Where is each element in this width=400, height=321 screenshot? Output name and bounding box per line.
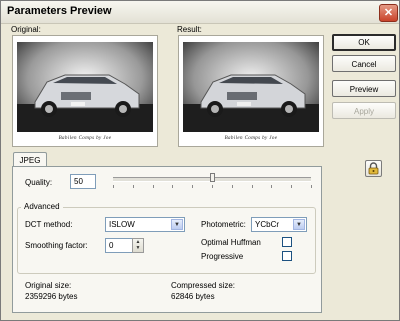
slider-tick <box>311 185 312 188</box>
photometric-select[interactable]: YCbCr ▼ <box>251 217 307 232</box>
slider-tick <box>231 185 233 188</box>
original-size-label: Original size: <box>25 281 72 290</box>
slider-tick <box>192 185 194 188</box>
quality-input[interactable]: 50 <box>70 174 96 189</box>
window-title: Parameters Preview <box>7 5 112 17</box>
apply-button[interactable]: Apply <box>332 102 396 119</box>
slider-tick <box>291 185 293 188</box>
spin-down-icon[interactable]: ▼ <box>133 245 143 251</box>
slider-tick <box>172 185 174 188</box>
smoothing-factor-spinner[interactable]: ▲ ▼ <box>132 238 144 253</box>
original-label: Original: <box>11 25 41 34</box>
title-bar[interactable]: Parameters Preview ✕ <box>1 1 399 24</box>
quality-label: Quality: <box>25 178 53 187</box>
lock-icon <box>368 162 379 175</box>
original-caption: Babilen Comps by Joe <box>58 136 112 141</box>
dct-method-select[interactable]: ISLOW ▼ <box>105 217 185 232</box>
original-size-value: 2359296 bytes <box>25 292 78 301</box>
slider-tick <box>132 185 134 188</box>
slider-tick <box>212 185 213 188</box>
compressed-size-label: Compressed size: <box>171 281 236 290</box>
smoothing-factor-input[interactable]: 0 <box>105 238 133 253</box>
cancel-button[interactable]: Cancel <box>332 55 396 72</box>
chevron-down-icon[interactable]: ▼ <box>293 219 305 230</box>
parameters-preview-dialog: Parameters Preview ✕ Original: Babilen C… <box>0 0 400 321</box>
progressive-checkbox[interactable] <box>282 251 292 261</box>
dct-method-value: ISLOW <box>109 220 135 229</box>
photometric-label: Photometric: <box>201 220 246 229</box>
slider-tick <box>113 185 114 188</box>
slider-tick <box>271 185 273 188</box>
progressive-label: Progressive <box>201 252 244 261</box>
preview-button[interactable]: Preview <box>332 80 396 97</box>
result-caption: Babilen Comps by Joe <box>224 136 278 141</box>
close-icon: ✕ <box>383 7 394 19</box>
lock-button[interactable] <box>365 160 382 177</box>
chevron-down-icon[interactable]: ▼ <box>171 219 183 230</box>
optimal-huffman-checkbox[interactable] <box>282 237 292 247</box>
original-preview-panel: Babilen Comps by Joe <box>12 35 158 147</box>
ok-button[interactable]: OK <box>332 34 396 51</box>
dct-method-label: DCT method: <box>25 220 73 229</box>
compressed-size-value: 62846 bytes <box>171 292 215 301</box>
photometric-value: YCbCr <box>255 220 280 229</box>
slider-tick <box>152 185 154 188</box>
original-image <box>17 42 153 132</box>
smoothing-factor-label: Smoothing factor: <box>25 241 88 250</box>
optimal-huffman-label: Optimal Huffman <box>201 238 261 247</box>
result-label: Result: <box>177 25 202 34</box>
close-button[interactable]: ✕ <box>379 4 398 22</box>
advanced-group-title: Advanced <box>21 202 63 211</box>
quality-slider-thumb[interactable] <box>210 173 215 182</box>
slider-tick <box>251 185 253 188</box>
result-image <box>183 42 319 132</box>
result-preview-panel: Babilen Comps by Joe <box>178 35 324 147</box>
